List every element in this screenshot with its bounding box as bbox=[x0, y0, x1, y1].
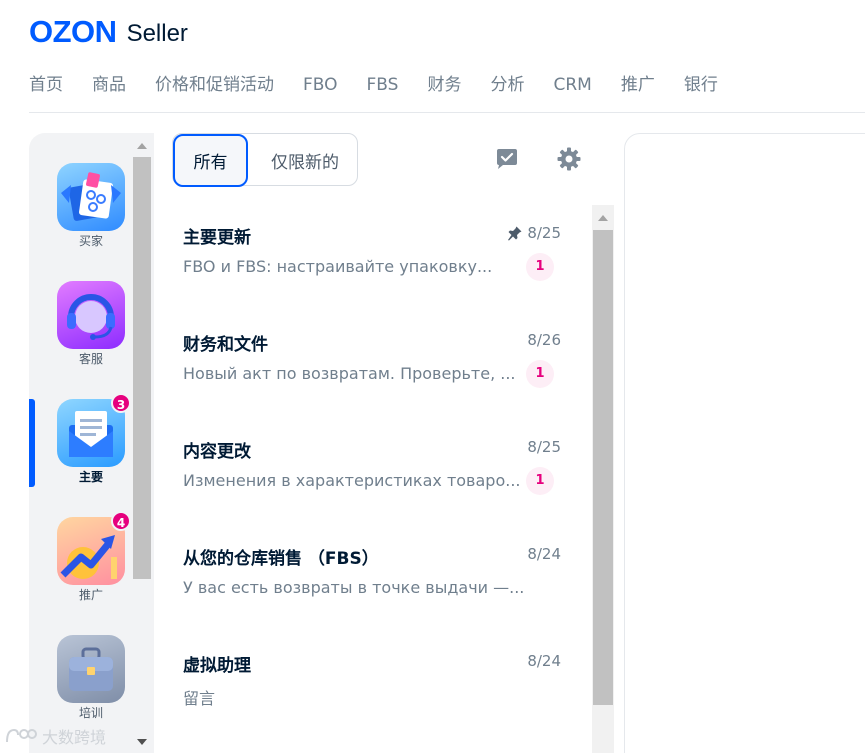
rail-scrollbar[interactable] bbox=[131, 133, 153, 753]
unread-count-badge: 1 bbox=[526, 467, 554, 495]
nav-bank[interactable]: 银行 bbox=[684, 74, 718, 96]
rail-label-promotion: 推广 bbox=[78, 588, 103, 602]
rail-label-support: 客服 bbox=[78, 352, 103, 366]
message-preview: Новый акт по возвратам. Проверьте, ... bbox=[183, 364, 516, 383]
ozon-seller-logo[interactable]: OZON Seller bbox=[29, 14, 188, 50]
message-preview: У вас есть возвраты в точке выдачи —... bbox=[183, 578, 525, 597]
message-date-text: 8/26 bbox=[527, 331, 561, 349]
message-date-text: 8/25 bbox=[527, 224, 561, 242]
message-date-text: 8/24 bbox=[527, 652, 561, 670]
watermark: 大数跨境 bbox=[4, 724, 106, 748]
message-preview: 留言 bbox=[183, 689, 216, 708]
nav-analytics[interactable]: 分析 bbox=[490, 74, 524, 96]
watermark-logo-icon bbox=[6, 728, 37, 743]
message-title: 内容更改 bbox=[183, 442, 251, 462]
message-filter: 所有 仅限新的 bbox=[172, 133, 359, 187]
nav-home[interactable]: 首页 bbox=[29, 74, 63, 96]
message-title: 主要更新 bbox=[183, 228, 251, 248]
header-divider bbox=[29, 112, 865, 113]
rail-item-training[interactable]: 培训 bbox=[57, 635, 125, 721]
logo-seller-text: Seller bbox=[126, 20, 188, 47]
rail-item-buyers[interactable]: 买家 bbox=[57, 163, 125, 249]
message-title: 财务和文件 bbox=[183, 335, 268, 355]
nav-finance[interactable]: 财务 bbox=[427, 74, 461, 96]
rail-item-main[interactable]: 3 主要 bbox=[57, 393, 131, 485]
message-list-scroll-thumb[interactable] bbox=[593, 230, 613, 705]
scroll-down-arrow-icon[interactable] bbox=[137, 739, 147, 745]
rail-scroll-thumb[interactable] bbox=[133, 157, 151, 579]
rail-item-promotion[interactable]: 4 推广 bbox=[57, 511, 131, 603]
category-rail: 买家 客服 3 主要 4 推广 培训 bbox=[29, 133, 154, 753]
shopping-bags-icon bbox=[57, 163, 125, 231]
message-date: 8/26 bbox=[527, 331, 561, 349]
scroll-up-arrow-icon[interactable] bbox=[137, 143, 147, 149]
headset-icon bbox=[57, 281, 125, 349]
settings-gear-icon[interactable] bbox=[556, 146, 582, 172]
message-item[interactable]: 内容更改 8/25 Изменения в характеристиках то… bbox=[172, 419, 572, 526]
message-item[interactable]: 从您的仓库销售 （FBS） 8/24 У вас есть возвраты в… bbox=[172, 526, 572, 633]
message-preview: FBO и FBS: настраивайте упаковку... bbox=[183, 257, 493, 276]
message-preview: Изменения в характеристиках товаро... bbox=[183, 471, 521, 490]
message-date-text: 8/25 bbox=[527, 438, 561, 456]
message-date: 8/25 bbox=[507, 224, 561, 242]
nav-fbo[interactable]: FBO bbox=[303, 74, 338, 96]
message-detail-pane bbox=[624, 133, 865, 753]
scroll-up-arrow-icon[interactable] bbox=[598, 215, 608, 221]
message-date-text: 8/24 bbox=[527, 545, 561, 563]
rail-badge-promotion: 4 bbox=[111, 511, 131, 531]
rail-badge-main: 3 bbox=[111, 393, 131, 413]
message-date: 8/24 bbox=[527, 652, 561, 670]
active-indicator bbox=[29, 399, 35, 487]
message-date: 8/25 bbox=[527, 438, 561, 456]
message-title: 从您的仓库销售 （FBS） bbox=[183, 549, 379, 569]
nav-prices-promotions[interactable]: 价格和促销活动 bbox=[155, 74, 274, 96]
mark-all-read-icon[interactable] bbox=[494, 146, 520, 172]
logo-ozon-text: OZON bbox=[29, 14, 117, 49]
rail-label-main: 主要 bbox=[78, 470, 103, 484]
watermark-text: 大数跨境 bbox=[42, 728, 107, 747]
nav-products[interactable]: 商品 bbox=[92, 74, 126, 96]
filter-all-button[interactable]: 所有 bbox=[173, 134, 248, 187]
unread-count-badge: 1 bbox=[526, 253, 554, 281]
rail-label-buyers: 买家 bbox=[78, 234, 103, 248]
message-item[interactable]: 主要更新 8/25 FBO и FBS: настраивайте упаков… bbox=[172, 205, 572, 312]
filter-unread-button[interactable]: 仅限新的 bbox=[251, 134, 359, 187]
rail-label-training: 培训 bbox=[78, 706, 103, 720]
message-item[interactable]: 财务和文件 8/26 Новый акт по возвратам. Прове… bbox=[172, 312, 572, 419]
briefcase-icon bbox=[57, 635, 125, 703]
message-date: 8/24 bbox=[527, 545, 561, 563]
nav-fbs[interactable]: FBS bbox=[367, 74, 399, 96]
pin-icon bbox=[508, 226, 522, 241]
unread-count-badge: 1 bbox=[526, 360, 554, 388]
top-navigation: 首页 商品 价格和促销活动 FBO FBS 财务 分析 CRM 推广 银行 bbox=[29, 74, 747, 96]
message-list-scrollbar[interactable] bbox=[592, 205, 614, 753]
nav-promotion[interactable]: 推广 bbox=[621, 74, 655, 96]
message-item[interactable]: 虚拟助理 8/24 留言 bbox=[172, 633, 572, 740]
nav-crm[interactable]: CRM bbox=[553, 74, 591, 96]
rail-item-support[interactable]: 客服 bbox=[57, 281, 125, 367]
message-title: 虚拟助理 bbox=[183, 656, 251, 676]
